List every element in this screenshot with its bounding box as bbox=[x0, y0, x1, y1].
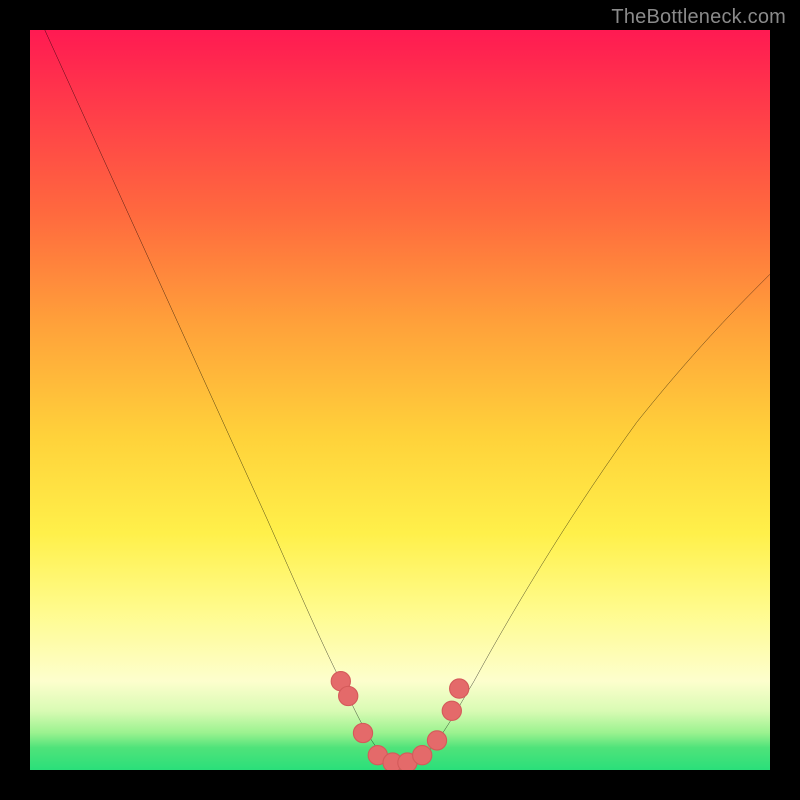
dip-marker bbox=[442, 701, 461, 720]
dip-marker bbox=[353, 723, 372, 742]
dip-marker bbox=[427, 731, 446, 750]
curve-layer bbox=[30, 30, 770, 770]
dip-marker bbox=[413, 746, 432, 765]
dip-marker bbox=[339, 686, 358, 705]
bottleneck-curve bbox=[45, 30, 770, 767]
dip-marker-group bbox=[331, 672, 469, 770]
dip-marker bbox=[450, 679, 469, 698]
watermark-text: TheBottleneck.com bbox=[611, 6, 786, 29]
plot-area bbox=[30, 30, 770, 770]
chart-frame: TheBottleneck.com bbox=[0, 0, 800, 800]
